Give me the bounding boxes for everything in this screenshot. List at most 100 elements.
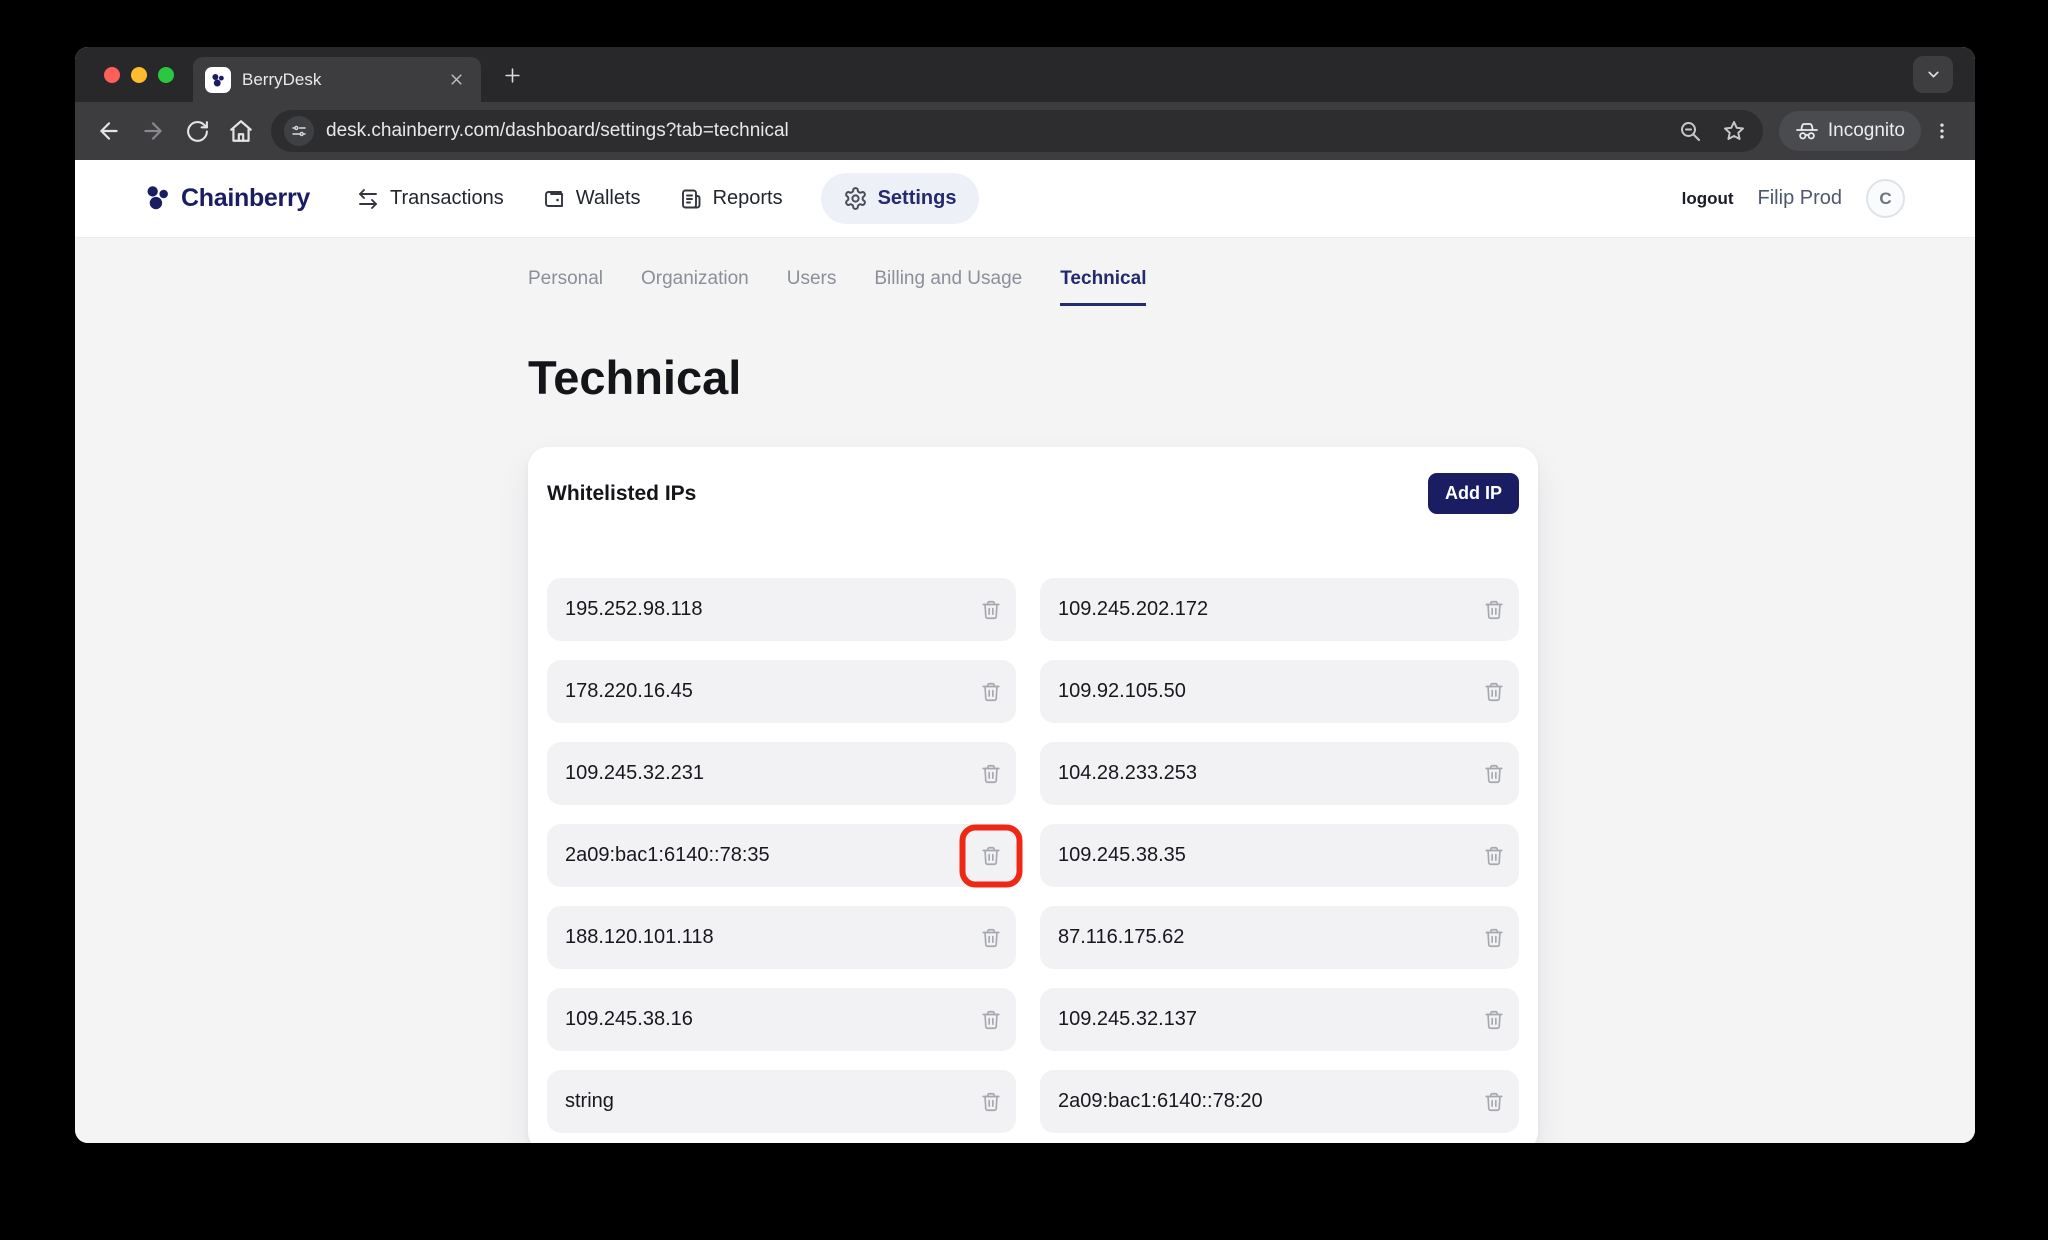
trash-icon [980,681,1002,703]
ip-row: 188.120.101.118 [547,906,1016,969]
incognito-icon [1795,119,1819,143]
delete-ip-button[interactable] [1474,918,1514,958]
card-header: Whitelisted IPs Add IP [547,473,1519,514]
incognito-label: Incognito [1828,120,1905,142]
zoom-icon[interactable] [1678,119,1702,143]
ip-row: 109.92.105.50 [1040,660,1519,723]
page-content: Personal Organization Users Billing and … [75,238,1975,1143]
chainberry-logo[interactable]: Chainberry [143,183,310,214]
nav-item-wallets[interactable]: Wallets [542,187,641,211]
delete-ip-button[interactable] [1474,590,1514,630]
logout-button[interactable]: logout [1682,189,1734,209]
delete-ip-button[interactable] [971,672,1011,712]
nav-item-reports[interactable]: Reports [679,187,783,211]
delete-ip-button[interactable] [1474,1082,1514,1122]
settings-tab-bar: Personal Organization Users Billing and … [528,268,1538,306]
brand-name: Chainberry [181,184,310,213]
main-menu: Transactions Wallets Reports Settings [356,173,979,224]
close-window-button[interactable] [104,67,120,83]
tab-billing-and-usage[interactable]: Billing and Usage [874,268,1022,306]
trash-icon [980,1009,1002,1031]
tab-personal[interactable]: Personal [528,268,603,306]
forward-button[interactable] [131,109,175,153]
ip-list: 195.252.98.118 109.245.202.172 178.220.1… [547,578,1519,1133]
tab-organization[interactable]: Organization [641,268,749,306]
delete-ip-button[interactable] [1474,754,1514,794]
url-text: desk.chainberry.com/dashboard/settings?t… [326,120,1666,142]
ip-row: 2a09:bac1:6140::78:35 [547,824,1016,887]
nav-item-settings[interactable]: Settings [821,173,979,224]
home-button[interactable] [219,109,263,153]
maximize-window-button[interactable] [158,67,174,83]
address-bar[interactable]: desk.chainberry.com/dashboard/settings?t… [271,110,1763,152]
ip-address: 2a09:bac1:6140::78:20 [1058,1090,1263,1113]
minimize-window-button[interactable] [131,67,147,83]
ip-address: 195.252.98.118 [565,598,703,621]
ip-row: 109.245.202.172 [1040,578,1519,641]
tab-technical[interactable]: Technical [1060,268,1146,306]
nav-item-label: Transactions [390,187,504,210]
trash-icon [1483,681,1505,703]
ip-address: 104.28.233.253 [1058,762,1197,785]
tab-users[interactable]: Users [787,268,837,306]
ip-row: 2a09:bac1:6140::78:20 [1040,1070,1519,1133]
avatar[interactable]: C [1866,179,1905,218]
ip-address: 109.245.32.137 [1058,1008,1197,1031]
swap-arrows-icon [356,187,380,211]
wallet-icon [542,187,566,211]
site-settings-icon[interactable] [284,116,314,146]
trash-icon [980,927,1002,949]
ip-address: 178.220.16.45 [565,680,693,703]
trash-icon [980,599,1002,621]
reload-button[interactable] [175,109,219,153]
ip-row: 109.245.32.231 [547,742,1016,805]
delete-ip-button[interactable] [1474,672,1514,712]
nav-right: logout Filip Prod C [1682,179,1905,218]
nav-item-transactions[interactable]: Transactions [356,187,504,211]
delete-ip-button[interactable] [971,1000,1011,1040]
trash-icon [1483,763,1505,785]
trash-icon [980,845,1002,867]
omnibox-right-icons [1678,119,1746,143]
tab-close-icon[interactable] [443,67,469,93]
browser-menu-icon[interactable] [1921,109,1963,153]
ip-address: 2a09:bac1:6140::78:35 [565,844,770,867]
delete-ip-button[interactable] [971,1082,1011,1122]
ip-row: string [547,1070,1016,1133]
nav-item-label: Wallets [576,187,641,210]
user-name: Filip Prod [1758,187,1842,210]
ip-address: 109.245.202.172 [1058,598,1208,621]
nav-item-label: Reports [713,187,783,210]
browser-window: BerryDesk desk.chainberry [75,47,1975,1143]
ip-address: 87.116.175.62 [1058,926,1184,949]
ip-row: 178.220.16.45 [547,660,1016,723]
delete-ip-button[interactable] [1474,836,1514,876]
ip-row: 109.245.32.137 [1040,988,1519,1051]
add-ip-button[interactable]: Add IP [1428,473,1519,514]
back-button[interactable] [87,109,131,153]
delete-ip-button[interactable] [971,918,1011,958]
delete-ip-button[interactable] [971,590,1011,630]
ip-row: 109.245.38.35 [1040,824,1519,887]
tab-strip: BerryDesk [75,47,1975,102]
browser-tab[interactable]: BerryDesk [193,57,481,102]
trash-icon [1483,927,1505,949]
ip-row: 109.245.38.16 [547,988,1016,1051]
ip-address: string [565,1090,614,1113]
delete-ip-button[interactable] [1474,1000,1514,1040]
whitelisted-ips-card: Whitelisted IPs Add IP 195.252.98.118 10… [528,447,1538,1143]
delete-ip-button[interactable] [971,836,1011,876]
delete-ip-button[interactable] [971,754,1011,794]
tab-title: BerryDesk [242,70,432,90]
ip-address: 109.92.105.50 [1058,680,1186,703]
incognito-badge: Incognito [1779,111,1921,151]
ip-address: 109.245.38.16 [565,1008,693,1031]
gear-icon [843,186,868,211]
app-nav-bar: Chainberry Transactions Wallets Reports [75,160,1975,238]
new-tab-button[interactable] [492,55,532,95]
ip-row: 87.116.175.62 [1040,906,1519,969]
bookmark-star-icon[interactable] [1722,119,1746,143]
tab-strip-chevron-button[interactable] [1913,56,1953,93]
trash-icon [1483,1009,1505,1031]
berrydesk-favicon-icon [205,67,231,93]
